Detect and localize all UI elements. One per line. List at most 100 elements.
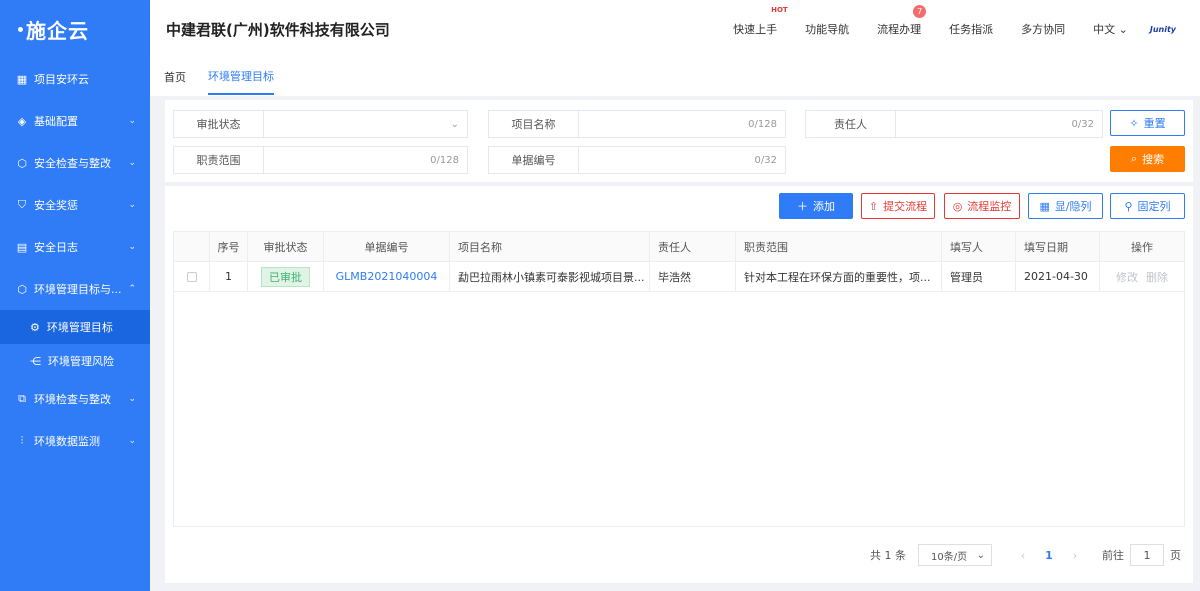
sidebar-item-label: 环境检查与整改 — [34, 393, 111, 406]
nav-task-assign[interactable]: 任务指派 — [949, 21, 993, 37]
monitor-flow-button[interactable]: ◎ 流程监控 — [944, 193, 1020, 219]
branch-icon: ⋲ — [30, 354, 41, 368]
chevron-down-icon: ⌄ — [128, 116, 136, 126]
tab-env-goal[interactable]: 环境管理目标 — [208, 59, 274, 95]
number-filter[interactable]: 单据编号 0/32 — [488, 146, 786, 174]
grid-icon: ▦ — [1039, 199, 1050, 213]
monitor-flow-label: 流程监控 — [967, 200, 1012, 213]
status-filter[interactable]: 审批状态 ⌄ — [173, 110, 468, 138]
nav-collaboration[interactable]: 多方协同 — [1021, 21, 1065, 37]
search-button[interactable]: ⌕ 搜索 — [1110, 146, 1185, 172]
tab-home[interactable]: 首页 — [164, 59, 186, 95]
language-select[interactable]: 中文 ⌄ — [1093, 21, 1128, 37]
row-select-cell — [174, 262, 210, 291]
upload-icon: ⇧ — [868, 199, 879, 213]
sidebar-item-label: 基础配置 — [34, 115, 78, 128]
next-page-icon[interactable]: › — [1062, 549, 1088, 562]
chevron-down-icon: ⌄ — [128, 242, 136, 252]
col-scope: 职责范围 — [736, 232, 942, 261]
grid-icon: ▦ — [16, 72, 28, 86]
owner-filter[interactable]: 责任人 0/32 — [805, 110, 1103, 138]
sidebar-item-env-goal-group[interactable]: ⬡ 环境管理目标与... ⌃ — [0, 268, 150, 310]
film-icon: ▤ — [16, 240, 28, 254]
sidebar-subitem-label: 环境管理目标 — [46, 321, 113, 334]
table-row[interactable]: 1 已审批 GLMB2021040004 勐巴拉雨林小镇素可泰影视城项目景...… — [174, 262, 1184, 292]
sidebar-item-safety-log[interactable]: ▤ 安全日志 ⌄ — [0, 226, 150, 268]
sidebar-subitem-label: 环境管理风险 — [48, 355, 114, 368]
sidebar-item-project[interactable]: ▦ 项目安环云 — [0, 58, 150, 100]
row-writer: 管理员 — [942, 262, 1016, 291]
project-filter-label: 项目名称 — [489, 111, 579, 137]
pin-column-label: 固定列 — [1137, 200, 1171, 213]
edit-button[interactable]: 修改 — [1116, 269, 1138, 285]
reset-icon: ✧ — [1129, 116, 1139, 130]
prev-page-icon[interactable]: ‹ — [1010, 549, 1036, 562]
show-hide-label: 显/隐列 — [1054, 200, 1092, 213]
sidebar-subitem-env-risk[interactable]: ⋲ 环境管理风险 — [0, 344, 150, 378]
owner-filter-label: 责任人 — [806, 111, 896, 137]
sidebar-item-label: 安全奖惩 — [34, 199, 78, 212]
logo[interactable]: 施企云 — [0, 0, 150, 58]
sidebar-item-config[interactable]: ◈ 基础配置 ⌄ — [0, 100, 150, 142]
box-icon: ⬡ — [17, 156, 27, 170]
pin-column-button[interactable]: ⚲ 固定列 — [1110, 193, 1185, 219]
add-label: 添加 — [813, 200, 835, 213]
sidebar-subitem-env-goal[interactable]: ⚙ 环境管理目标 — [0, 310, 150, 344]
submit-flow-button[interactable]: ⇧ 提交流程 — [861, 193, 935, 219]
project-filter[interactable]: 项目名称 0/128 — [488, 110, 786, 138]
header-select — [174, 232, 210, 261]
settings-icon: ⚙ — [30, 320, 40, 334]
col-owner: 责任人 — [650, 232, 736, 261]
sidebar-item-label: 项目安环云 — [34, 73, 89, 86]
total-count: 共 1 条 — [870, 549, 906, 562]
row-project: 勐巴拉雨林小镇素可泰影视城项目景... — [450, 262, 650, 291]
col-index: 序号 — [210, 232, 248, 261]
chevron-down-icon: ⌄ — [128, 394, 136, 404]
show-hide-columns-button[interactable]: ▦ 显/隐列 — [1028, 193, 1103, 219]
sidebar-item-label: 环境数据监测 — [34, 435, 100, 448]
goto-page-input[interactable]: 1 — [1130, 544, 1164, 566]
sidebar-item-label: 安全检查与整改 — [34, 157, 111, 170]
layers-icon: ◈ — [17, 114, 27, 128]
sidebar-item-env-data[interactable]: ⫶ 环境数据监测 ⌄ — [0, 420, 150, 462]
nav-function-guide[interactable]: 功能导航 — [805, 21, 849, 37]
status-filter-label: 审批状态 — [174, 111, 264, 137]
scope-input[interactable]: 0/128 — [264, 147, 467, 173]
chevron-up-icon: ⌃ — [128, 284, 136, 294]
page-number-current[interactable]: 1 — [1036, 549, 1062, 562]
search-label: 搜索 — [1142, 153, 1165, 166]
chevron-down-icon: ⌄ — [128, 158, 136, 168]
add-button[interactable]: ＋ 添加 — [779, 193, 853, 219]
row-checkbox[interactable] — [186, 271, 197, 282]
reset-button[interactable]: ✧ 重置 — [1110, 110, 1185, 136]
sidebar-item-env-check[interactable]: ⧉ 环境检查与整改 ⌄ — [0, 378, 150, 420]
scope-filter-label: 职责范围 — [174, 147, 264, 173]
page-unit-label: 页 — [1170, 549, 1181, 562]
plus-icon: ＋ — [797, 200, 808, 213]
sidebar-item-safety-check[interactable]: ⬡ 安全检查与整改 ⌄ — [0, 142, 150, 184]
sliders-icon: ⫶ — [20, 434, 24, 447]
goto-label: 前往 — [1102, 549, 1124, 562]
status-select[interactable]: ⌄ — [264, 111, 467, 137]
delete-button[interactable]: 删除 — [1146, 269, 1168, 285]
filter-panel: 审批状态 ⌄ 项目名称 0/128 责任人 0/32 职责范围 0/128 单据… — [165, 100, 1193, 182]
scope-filter[interactable]: 职责范围 0/128 — [173, 146, 468, 174]
language-label: 中文 — [1093, 23, 1116, 36]
col-status: 审批状态 — [248, 232, 324, 261]
nav-quick-start[interactable]: 快速上手 HOT — [733, 6, 788, 37]
sidebar-item-safety-reward[interactable]: ⛉ 安全奖惩 ⌄ — [0, 184, 150, 226]
sidebar-item-label: 环境管理目标与... — [34, 283, 122, 296]
chevron-down-icon: ⌄ — [128, 436, 136, 446]
row-scope: 针对本工程在环保方面的重要性，项... — [736, 262, 942, 291]
row-number-cell: GLMB2021040004 — [324, 262, 450, 291]
list-panel: ＋ 添加 ⇧ 提交流程 ◎ 流程监控 ▦ 显/隐列 ⚲ 固定列 序号 审批状态 单据编号 … — [165, 186, 1193, 583]
data-table: 序号 审批状态 单据编号 项目名称 责任人 职责范围 填写人 填写日期 操作 1… — [173, 231, 1185, 527]
sidebar-item-label: 安全日志 — [34, 241, 78, 254]
number-input[interactable]: 0/32 — [579, 147, 785, 173]
owner-input[interactable]: 0/32 — [896, 111, 1102, 137]
page-size-select[interactable]: 10条/页 ⌄ — [918, 544, 992, 566]
pagination: 共 1 条 10条/页 ⌄ ‹ 1 › 前往 1 页 — [870, 544, 1181, 566]
project-input[interactable]: 0/128 — [579, 111, 785, 137]
row-number-link[interactable]: GLMB2021040004 — [336, 270, 438, 283]
nav-process[interactable]: 流程办理 7 — [877, 5, 927, 37]
